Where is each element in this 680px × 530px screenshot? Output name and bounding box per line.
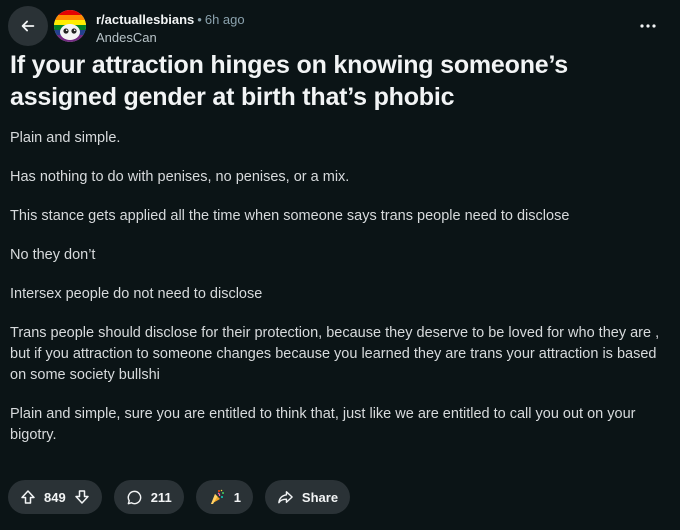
body-paragraph: Has nothing to do with penises, no penis… xyxy=(10,169,350,185)
downvote-arrow-icon[interactable] xyxy=(74,489,90,505)
author-name[interactable]: AndesCan xyxy=(96,30,157,45)
body-paragraph: Plain and simple, sure you are entitled … xyxy=(10,406,636,443)
comment-bubble-icon xyxy=(126,489,143,506)
arrow-left-icon xyxy=(19,17,37,35)
vote-count: 849 xyxy=(44,489,66,505)
share-label: Share xyxy=(301,489,339,505)
share-arrow-icon xyxy=(277,489,294,506)
subreddit-avatar[interactable] xyxy=(54,10,86,42)
body-paragraph: Plain and simple. xyxy=(10,130,121,146)
post-body: Plain and simple. Has nothing to do with… xyxy=(10,128,670,464)
body-paragraph: Trans people should disclose for their p… xyxy=(10,325,660,383)
award-icon xyxy=(208,488,226,506)
subreddit-name[interactable]: r/actuallesbians xyxy=(96,12,194,27)
upvote-arrow-icon[interactable] xyxy=(20,489,36,505)
body-paragraph: No they don’t xyxy=(10,247,96,263)
post-title: If your attraction hinges on knowing som… xyxy=(10,51,568,111)
action-bar: 849 211 1 Share xyxy=(8,480,351,514)
share-button[interactable]: Share xyxy=(264,480,351,514)
body-paragraph: This stance gets applied all the time wh… xyxy=(10,208,570,224)
post-time: 6h ago xyxy=(204,12,245,27)
body-paragraph: Intersex people do not need to disclose xyxy=(10,286,263,302)
separator-dot: • xyxy=(197,12,202,27)
comment-count: 211 xyxy=(150,489,172,505)
vote-pill: 849 xyxy=(8,480,102,514)
comments-button[interactable]: 211 xyxy=(113,480,184,514)
more-options-button[interactable] xyxy=(636,14,660,38)
more-horizontal-icon xyxy=(640,24,656,28)
back-button[interactable] xyxy=(8,6,48,46)
award-button[interactable]: 1 xyxy=(195,480,253,514)
subreddit-line: r/actuallesbians • 6h ago xyxy=(96,12,245,27)
post-header: r/actuallesbians • 6h ago AndesCan xyxy=(8,6,672,46)
award-count: 1 xyxy=(233,489,241,505)
